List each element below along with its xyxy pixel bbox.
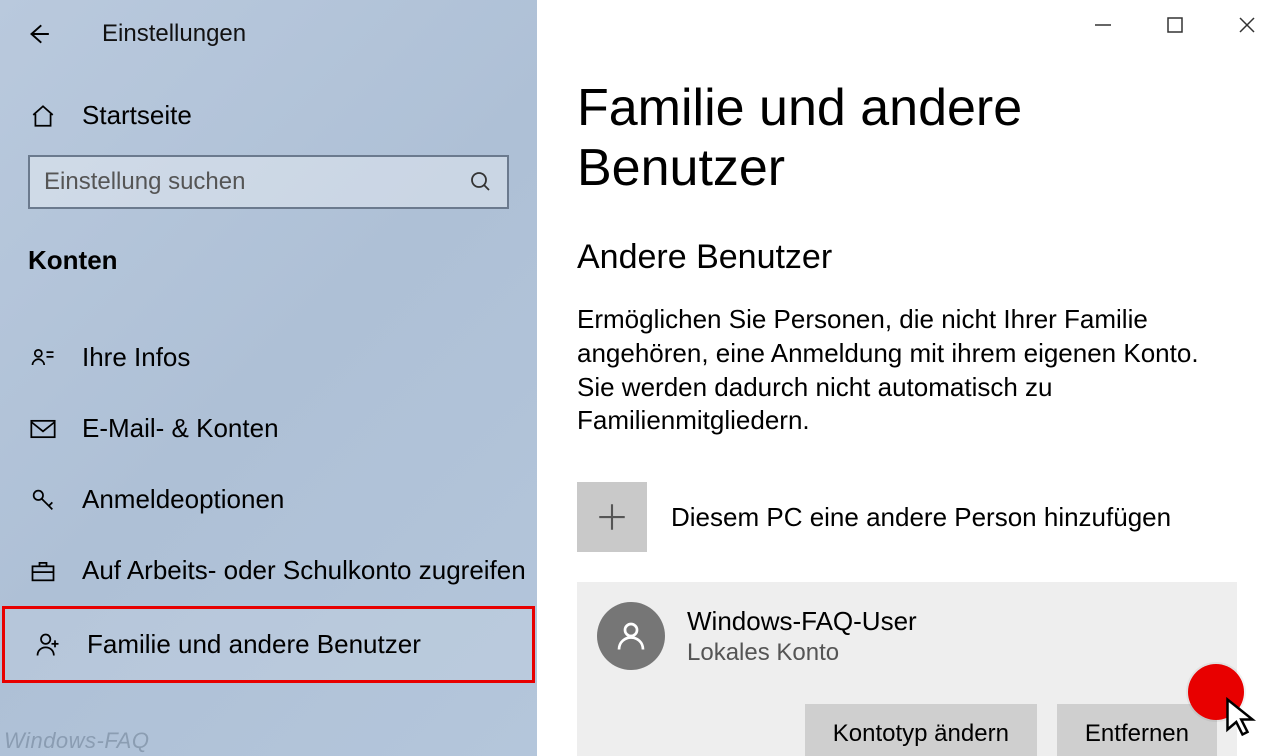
briefcase-icon [28,557,58,585]
family-icon [33,631,63,659]
plus-icon [577,482,647,552]
sidebar-item-work-school[interactable]: Auf Arbeits- oder Schulkonto zugreifen [0,535,537,606]
user-name: Windows-FAQ-User [687,606,917,637]
remove-user-button[interactable]: Entfernen [1057,704,1217,756]
watermark: Windows-FAQ [4,728,149,754]
section-description: Ermöglichen Sie Personen, die nicht Ihre… [577,303,1237,438]
add-user-row[interactable]: Diesem PC eine andere Person hinzufügen [577,482,1240,552]
sidebar-item-label: Ihre Infos [82,342,190,373]
category-title: Konten [0,227,537,294]
sidebar-item-label: E-Mail- & Konten [82,413,279,444]
search-icon [469,170,493,194]
user-account-type: Lokales Konto [687,639,917,667]
home-icon [28,103,58,129]
minimize-button[interactable] [1088,10,1118,40]
key-icon [28,486,58,514]
back-button[interactable] [18,14,58,54]
window-controls [1088,10,1262,40]
user-card[interactable]: Windows-FAQ-User Lokales Konto Kontotyp … [577,582,1237,756]
main-pane: Familie und andere Benutzer Andere Benut… [537,0,1280,756]
change-account-type-button[interactable]: Kontotyp ändern [805,704,1037,756]
user-card-icon [28,344,58,372]
maximize-button[interactable] [1160,10,1190,40]
avatar-icon [597,602,665,670]
cursor-icon [1224,697,1256,742]
sidebar-item-your-info[interactable]: Ihre Infos [0,322,537,393]
sidebar-item-signin-options[interactable]: Anmeldeoptionen [0,464,537,535]
add-user-label: Diesem PC eine andere Person hinzufügen [671,502,1171,533]
sidebar-item-family-users[interactable]: Familie und andere Benutzer [2,606,535,683]
sidebar-home-label: Startseite [82,100,192,131]
section-title: Andere Benutzer [577,238,1240,277]
sidebar-item-email-accounts[interactable]: E-Mail- & Konten [0,393,537,464]
search-input[interactable] [44,168,469,196]
sidebar-home[interactable]: Startseite [0,72,537,149]
app-title: Einstellungen [102,20,246,48]
sidebar-item-label: Anmeldeoptionen [82,484,284,515]
mail-icon [28,415,58,443]
page-title: Familie und andere Benutzer [577,78,1240,198]
sidebar-item-label: Familie und andere Benutzer [87,629,421,660]
sidebar: Einstellungen Startseite Konten Ihre Inf… [0,0,537,756]
search-box[interactable] [28,155,509,209]
sidebar-nav: Ihre Infos E-Mail- & Konten Anmeldeoptio… [0,322,537,683]
sidebar-item-label: Auf Arbeits- oder Schulkonto zugreifen [82,555,526,586]
close-button[interactable] [1232,10,1262,40]
